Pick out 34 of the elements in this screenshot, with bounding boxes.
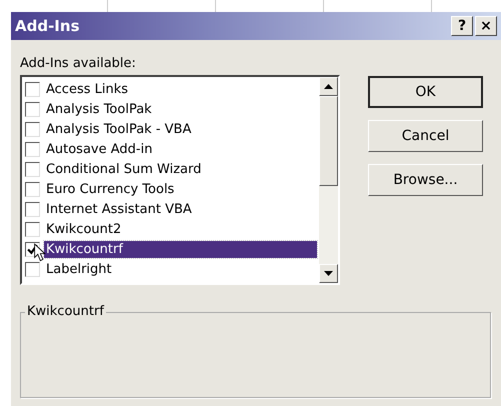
- dialog-button[interactable]: Browse...: [368, 164, 483, 196]
- close-button[interactable]: ×: [475, 16, 497, 36]
- scroll-up-button[interactable]: [319, 77, 338, 96]
- checkbox[interactable]: [25, 222, 40, 236]
- list-item[interactable]: Access Links: [44, 80, 130, 98]
- dialog-button[interactable]: Cancel: [368, 120, 483, 152]
- down-arrow-icon: [324, 271, 333, 276]
- list-item[interactable]: Analysis ToolPak - VBA: [44, 120, 194, 138]
- checkbox[interactable]: [25, 182, 40, 196]
- list-item[interactable]: Labelright: [44, 260, 114, 278]
- up-arrow-icon: [324, 84, 333, 89]
- list-item[interactable]: Kwikcountrf: [44, 240, 317, 258]
- scrollbar[interactable]: [319, 77, 338, 283]
- scroll-down-button[interactable]: [319, 264, 338, 283]
- checkbox[interactable]: [25, 162, 40, 176]
- checkbox[interactable]: [25, 102, 40, 116]
- checkbox[interactable]: [25, 82, 40, 96]
- addins-list[interactable]: Access Links Analysis ToolPak Analysis ToolPak - VBA Autosave Add-in Conditional Sum Wizard Euro Currency Tools Internet Assistant VBA Kwikcount2 Kwikcountrf Labelright: [20, 75, 340, 285]
- list-item[interactable]: Autosave Add-in: [44, 140, 154, 158]
- list-item[interactable]: Euro Currency Tools: [44, 180, 176, 198]
- list-item[interactable]: Kwikcount2: [44, 220, 124, 238]
- scroll-thumb[interactable]: [319, 96, 338, 186]
- checkbox[interactable]: [25, 142, 40, 156]
- dialog-button[interactable]: OK: [368, 76, 483, 108]
- list-item[interactable]: Internet Assistant VBA: [44, 200, 194, 218]
- checkbox[interactable]: [25, 262, 40, 276]
- help-button[interactable]: ?: [451, 16, 473, 36]
- list-label: Add-Ins available:: [20, 56, 137, 71]
- list-item[interactable]: Analysis ToolPak: [44, 100, 154, 118]
- mouse-pointer-icon: [34, 243, 48, 263]
- list-item[interactable]: Conditional Sum Wizard: [44, 160, 204, 178]
- window-title: Add-Ins: [15, 17, 80, 35]
- checkbox[interactable]: [25, 122, 40, 136]
- checkbox[interactable]: [25, 202, 40, 216]
